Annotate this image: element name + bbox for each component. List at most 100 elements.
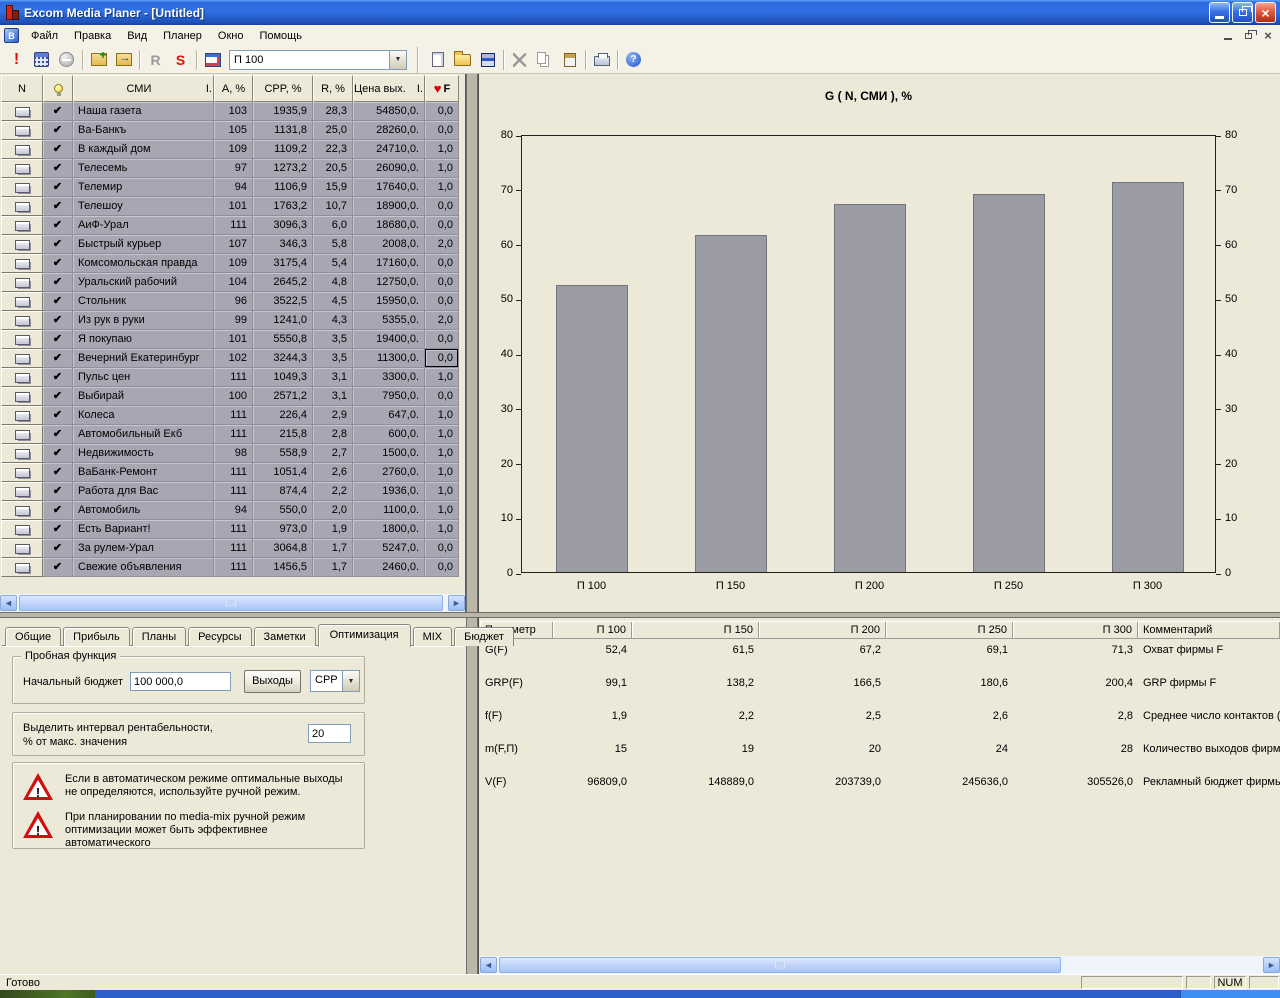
media-cpp-cell[interactable]: 1273,2 bbox=[253, 159, 313, 178]
media-price-cell[interactable]: 2460,0. bbox=[353, 558, 425, 577]
params-header-cell[interactable]: П 300 bbox=[1013, 622, 1138, 638]
outputs-button[interactable]: Выходы bbox=[244, 670, 301, 693]
media-price-cell[interactable]: 18680,0. bbox=[353, 216, 425, 235]
media-price-cell[interactable]: 1100,0. bbox=[353, 501, 425, 520]
media-r-cell[interactable]: 2,7 bbox=[313, 444, 353, 463]
media-row[interactable]: ✔Комсомольская правда1093175,45,417160,0… bbox=[1, 254, 459, 273]
copy-button[interactable] bbox=[533, 49, 556, 71]
media-name-cell[interactable]: Есть Вариант! bbox=[73, 520, 214, 539]
media-name-cell[interactable]: Телемир bbox=[73, 178, 214, 197]
media-row[interactable]: ✔АиФ-Урал1113096,36,018680,0.0,0 bbox=[1, 216, 459, 235]
media-cpp-cell[interactable]: 2571,2 bbox=[253, 387, 313, 406]
media-a-cell[interactable]: 105 bbox=[214, 121, 253, 140]
media-r-cell[interactable]: 25,0 bbox=[313, 121, 353, 140]
scroll-right-arrow-icon[interactable]: ► bbox=[1263, 957, 1280, 973]
media-f-cell[interactable]: 0,0 bbox=[425, 539, 459, 558]
chart-bar[interactable] bbox=[1112, 182, 1184, 572]
chevron-down-icon[interactable]: ▼ bbox=[389, 51, 406, 69]
media-row[interactable]: ✔Телемир941106,915,917640,0.1,0 bbox=[1, 178, 459, 197]
media-name-cell[interactable]: Уральский рабочий bbox=[73, 273, 214, 292]
cost-basis-combo[interactable]: CPP ▼ bbox=[310, 670, 360, 692]
menu-item-1[interactable]: Файл bbox=[23, 27, 66, 45]
add-plan-button[interactable] bbox=[87, 49, 110, 71]
media-cpp-cell[interactable]: 1456,5 bbox=[253, 558, 313, 577]
media-r-cell[interactable]: 22,3 bbox=[313, 140, 353, 159]
media-row-button[interactable] bbox=[1, 197, 43, 216]
chart-bar[interactable] bbox=[695, 235, 767, 572]
media-row-button[interactable] bbox=[1, 520, 43, 539]
media-f-cell[interactable]: 1,0 bbox=[425, 444, 459, 463]
header-price[interactable]: Цена вых.I. bbox=[353, 75, 425, 102]
media-row[interactable]: ✔Автомобиль94550,02,01100,0.1,0 bbox=[1, 501, 459, 520]
media-cpp-cell[interactable]: 1051,4 bbox=[253, 463, 313, 482]
media-enabled-cell[interactable]: ✔ bbox=[43, 330, 73, 349]
media-row-button[interactable] bbox=[1, 121, 43, 140]
media-row[interactable]: ✔Телешоу1011763,210,718900,0.0,0 bbox=[1, 197, 459, 216]
media-row[interactable]: ✔Недвижимость98558,92,71500,0.1,0 bbox=[1, 444, 459, 463]
media-a-cell[interactable]: 111 bbox=[214, 368, 253, 387]
media-r-cell[interactable]: 4,8 bbox=[313, 273, 353, 292]
media-cpp-cell[interactable]: 1109,2 bbox=[253, 140, 313, 159]
scroll-right-arrow-icon[interactable]: ► bbox=[448, 595, 465, 611]
media-name-cell[interactable]: Ва-Банкъ bbox=[73, 121, 214, 140]
media-r-cell[interactable]: 1,9 bbox=[313, 520, 353, 539]
media-f-cell[interactable]: 0,0 bbox=[425, 349, 459, 368]
media-row[interactable]: ✔Пульс цен1111049,33,13300,0.1,0 bbox=[1, 368, 459, 387]
tab-8[interactable]: Бюджет bbox=[454, 627, 514, 646]
start-button-edge[interactable] bbox=[0, 990, 95, 998]
media-r-cell[interactable]: 2,8 bbox=[313, 425, 353, 444]
media-row[interactable]: ✔Свежие объявления1111456,51,72460,0.0,0 bbox=[1, 558, 459, 577]
media-row-button[interactable] bbox=[1, 102, 43, 121]
scrollbar-thumb[interactable] bbox=[499, 957, 1061, 973]
media-r-cell[interactable]: 28,3 bbox=[313, 102, 353, 121]
media-horizontal-scrollbar[interactable]: ◄ ► bbox=[0, 594, 465, 612]
media-a-cell[interactable]: 94 bbox=[214, 501, 253, 520]
media-enabled-cell[interactable]: ✔ bbox=[43, 444, 73, 463]
media-enabled-cell[interactable]: ✔ bbox=[43, 197, 73, 216]
media-enabled-cell[interactable]: ✔ bbox=[43, 235, 73, 254]
media-a-cell[interactable]: 109 bbox=[214, 254, 253, 273]
media-r-cell[interactable]: 20,5 bbox=[313, 159, 353, 178]
media-a-cell[interactable]: 111 bbox=[214, 463, 253, 482]
params-row[interactable]: f(F)1,92,22,52,62,8Среднее число контакт… bbox=[480, 708, 1280, 741]
media-row-button[interactable] bbox=[1, 425, 43, 444]
media-name-cell[interactable]: Телесемь bbox=[73, 159, 214, 178]
menu-item-4[interactable]: Планер bbox=[155, 27, 210, 45]
mdi-minimize-button[interactable] bbox=[1219, 28, 1237, 43]
tab-1[interactable]: Общие bbox=[5, 627, 61, 646]
media-f-cell[interactable]: 0,0 bbox=[425, 216, 459, 235]
media-r-cell[interactable]: 4,3 bbox=[313, 311, 353, 330]
run-button[interactable]: ! bbox=[5, 49, 28, 71]
media-price-cell[interactable]: 24710,0. bbox=[353, 140, 425, 159]
media-cpp-cell[interactable]: 3064,8 bbox=[253, 539, 313, 558]
media-price-cell[interactable]: 12750,0. bbox=[353, 273, 425, 292]
media-price-cell[interactable]: 5247,0. bbox=[353, 539, 425, 558]
media-name-cell[interactable]: Я покупаю bbox=[73, 330, 214, 349]
header-r[interactable]: R, % bbox=[313, 75, 353, 102]
tab-7[interactable]: MIX bbox=[413, 627, 453, 646]
chart-bar[interactable] bbox=[834, 204, 906, 572]
media-r-cell[interactable]: 3,1 bbox=[313, 387, 353, 406]
close-button[interactable]: × bbox=[1255, 2, 1276, 23]
media-cpp-cell[interactable]: 1241,0 bbox=[253, 311, 313, 330]
media-r-cell[interactable]: 3,5 bbox=[313, 330, 353, 349]
media-f-cell[interactable]: 1,0 bbox=[425, 140, 459, 159]
media-a-cell[interactable]: 104 bbox=[214, 273, 253, 292]
media-price-cell[interactable]: 5355,0. bbox=[353, 311, 425, 330]
media-r-cell[interactable]: 2,0 bbox=[313, 501, 353, 520]
media-cpp-cell[interactable]: 1049,3 bbox=[253, 368, 313, 387]
header-f[interactable]: ♥F bbox=[425, 75, 459, 102]
media-f-cell[interactable]: 0,0 bbox=[425, 387, 459, 406]
media-a-cell[interactable]: 102 bbox=[214, 349, 253, 368]
media-row-button[interactable] bbox=[1, 330, 43, 349]
media-row-button[interactable] bbox=[1, 463, 43, 482]
header-smi[interactable]: СМИI. bbox=[73, 75, 214, 102]
params-header-cell[interactable]: П 250 bbox=[886, 622, 1013, 638]
media-row-button[interactable] bbox=[1, 539, 43, 558]
media-enabled-cell[interactable]: ✔ bbox=[43, 482, 73, 501]
media-cpp-cell[interactable]: 215,8 bbox=[253, 425, 313, 444]
media-row-button[interactable] bbox=[1, 159, 43, 178]
media-price-cell[interactable]: 54850,0. bbox=[353, 102, 425, 121]
media-row-button[interactable] bbox=[1, 482, 43, 501]
media-price-cell[interactable]: 3300,0. bbox=[353, 368, 425, 387]
